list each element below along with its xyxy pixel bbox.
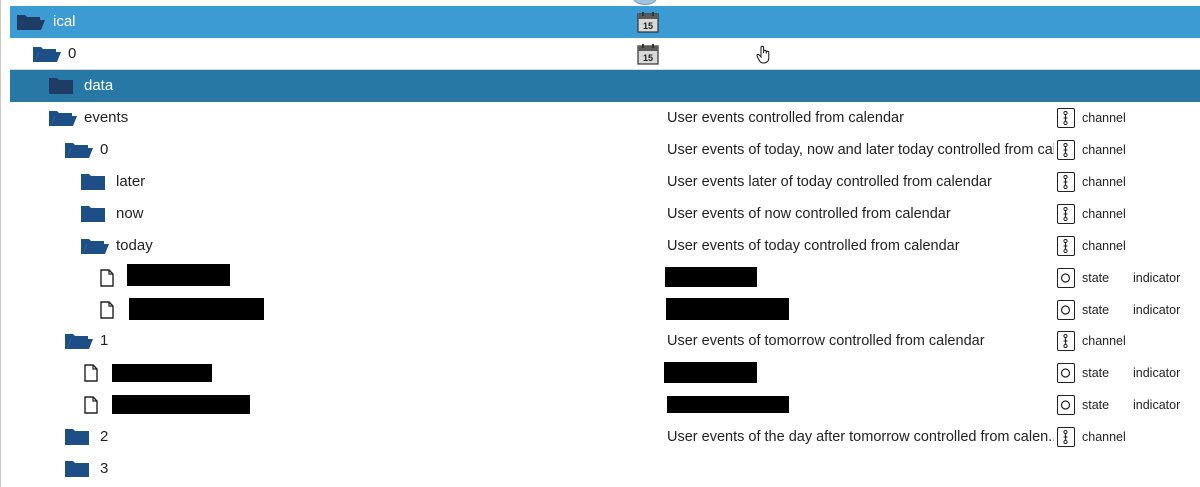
hand-pointer-icon (756, 45, 772, 70)
object-tree: ical 15 0 15 data events User events con… (0, 0, 1200, 487)
redacted-description (665, 267, 757, 287)
description-text: User events of tomorrow controlled from … (667, 333, 985, 349)
tree-row-events-2[interactable]: 2 User events of the day after tomorrow … (10, 421, 1200, 453)
redacted-name (112, 395, 250, 414)
folder-closed-icon (80, 205, 108, 223)
redacted-description (664, 362, 757, 383)
folder-open-icon (80, 237, 109, 255)
redacted-name (127, 264, 230, 286)
type-label: channel (1082, 175, 1126, 189)
file-icon (98, 269, 126, 287)
tree-row-ical[interactable]: ical 15 (10, 6, 1200, 38)
channel-type-icon (1057, 108, 1075, 128)
type-label: state (1082, 303, 1110, 317)
state-type-icon (1057, 363, 1075, 383)
tree-item-label: data (84, 77, 114, 94)
tree-item-label: now (116, 205, 144, 222)
type-label: channel (1082, 111, 1126, 125)
redacted-description (666, 298, 789, 320)
description-text: User events of today controlled from cal… (667, 238, 960, 254)
state-type-icon (1057, 395, 1075, 415)
description-text: User events of now controlled from calen… (667, 206, 951, 222)
folder-closed-icon (48, 77, 76, 95)
calendar-icon[interactable]: 15 (637, 11, 659, 33)
tree-row-events-3[interactable]: 3 (10, 453, 1200, 485)
role-label: indicator (1133, 398, 1181, 412)
tree-item-label: events (84, 109, 129, 126)
type-label: state (1082, 366, 1110, 380)
type-label: channel (1082, 207, 1126, 221)
state-type-icon (1057, 300, 1075, 320)
file-icon (82, 396, 110, 414)
tree-item-label: today (116, 237, 153, 254)
folder-closed-icon (80, 173, 108, 191)
tree-row-now[interactable]: now User events of now controlled from c… (10, 198, 1200, 230)
calendar-icon[interactable]: 15 (637, 43, 659, 65)
description-text: User events of the day after tomorrow co… (667, 429, 1054, 445)
tree-item-label: ical (53, 13, 76, 30)
type-label: channel (1082, 143, 1126, 157)
type-label: channel (1082, 334, 1126, 348)
folder-closed-icon (64, 428, 92, 446)
tree-item-label: 3 (100, 460, 109, 477)
folder-open-icon (32, 45, 61, 63)
folder-open-icon (64, 332, 93, 350)
role-label: indicator (1133, 303, 1181, 317)
tree-item-label: 0 (68, 45, 77, 62)
description-text: User events of today, now and later toda… (667, 142, 1054, 158)
folder-closed-icon (64, 460, 92, 478)
tree-row-events-0[interactable]: 0 User events of today, now and later to… (10, 134, 1200, 166)
tree-row-state[interactable]: state indicator (10, 389, 1200, 421)
channel-type-icon (1057, 331, 1075, 351)
tree-item-label: 1 (100, 332, 109, 349)
channel-type-icon (1057, 204, 1075, 224)
tree-item-label: 2 (100, 428, 109, 445)
folder-open-icon (64, 141, 93, 159)
redacted-name (112, 364, 212, 382)
tree-left-border (0, 0, 1, 487)
type-label: channel (1082, 239, 1126, 253)
tree-row-later[interactable]: later User events later of today control… (10, 166, 1200, 198)
channel-type-icon (1057, 140, 1075, 160)
type-label: channel (1082, 430, 1126, 444)
tree-item-label: 0 (100, 141, 109, 158)
file-icon (98, 301, 126, 319)
tree-row-state[interactable]: state indicator (10, 357, 1200, 389)
description-text: User events controlled from calendar (667, 110, 904, 126)
tree-row-events[interactable]: events User events controlled from calen… (10, 102, 1200, 134)
tree-row-events-1[interactable]: 1 User events of tomorrow controlled fro… (10, 325, 1200, 357)
description-text: User events later of today controlled fr… (667, 174, 992, 190)
partial-status-icon (633, 0, 657, 5)
file-icon (82, 364, 110, 382)
role-label: indicator (1133, 366, 1181, 380)
channel-type-icon (1057, 427, 1075, 447)
tree-row-today[interactable]: today User events of today controlled fr… (10, 230, 1200, 262)
tree-row-state[interactable]: state indicator (10, 262, 1200, 294)
folder-open-icon (16, 13, 45, 31)
tree-row-state[interactable]: state indicator (10, 294, 1200, 326)
svg-text:15: 15 (643, 21, 653, 31)
tree-row-data[interactable]: data (10, 70, 1200, 102)
type-label: state (1082, 271, 1110, 285)
state-type-icon (1057, 268, 1075, 288)
svg-text:15: 15 (643, 53, 653, 63)
tree-row-0[interactable]: 0 15 (10, 38, 1200, 70)
redacted-name (129, 298, 264, 320)
channel-type-icon (1057, 236, 1075, 256)
role-label: indicator (1133, 271, 1181, 285)
channel-type-icon (1057, 172, 1075, 192)
type-label: state (1082, 398, 1110, 412)
redacted-description (667, 396, 789, 413)
folder-open-icon (48, 109, 77, 127)
tree-item-label: later (116, 173, 146, 190)
